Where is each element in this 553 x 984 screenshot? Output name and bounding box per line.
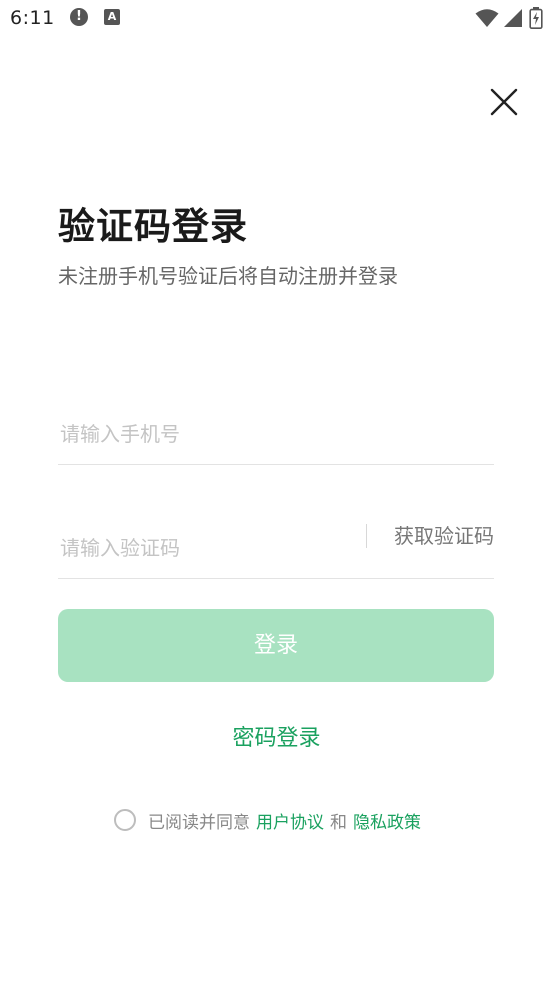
close-button[interactable] xyxy=(486,84,522,120)
alert-icon: ! xyxy=(70,8,88,26)
agreement-conjunction: 和 xyxy=(330,812,347,833)
phone-input[interactable] xyxy=(58,404,492,464)
agreement-row: 已阅读并同意 用户协议 和 隐私政策 xyxy=(114,806,427,834)
privacy-policy-link[interactable]: 隐私政策 xyxy=(353,808,421,833)
signal-icon xyxy=(504,9,522,27)
status-icons xyxy=(475,6,543,30)
agree-checkbox[interactable] xyxy=(114,809,136,831)
page-title: 验证码登录 xyxy=(58,204,248,248)
phone-field xyxy=(58,404,494,465)
keyboard-icon: A xyxy=(104,9,120,25)
status-bar: 6:11 ! A xyxy=(0,0,553,36)
status-time: 6:11 xyxy=(10,7,55,29)
code-field: 获取验证码 xyxy=(58,518,494,579)
code-divider xyxy=(366,524,367,548)
wifi-icon xyxy=(475,9,499,27)
code-input[interactable] xyxy=(58,518,352,578)
password-login-link[interactable]: 密码登录 xyxy=(0,720,553,752)
login-button[interactable]: 登录 xyxy=(58,609,494,682)
user-agreement-link[interactable]: 用户协议 xyxy=(256,808,324,833)
battery-icon xyxy=(529,7,543,29)
agreement-prefix: 已阅读并同意 xyxy=(148,812,250,833)
close-icon xyxy=(490,88,518,116)
get-code-button[interactable]: 获取验证码 xyxy=(394,518,494,555)
page-subtitle: 未注册手机号验证后将自动注册并登录 xyxy=(58,264,398,288)
